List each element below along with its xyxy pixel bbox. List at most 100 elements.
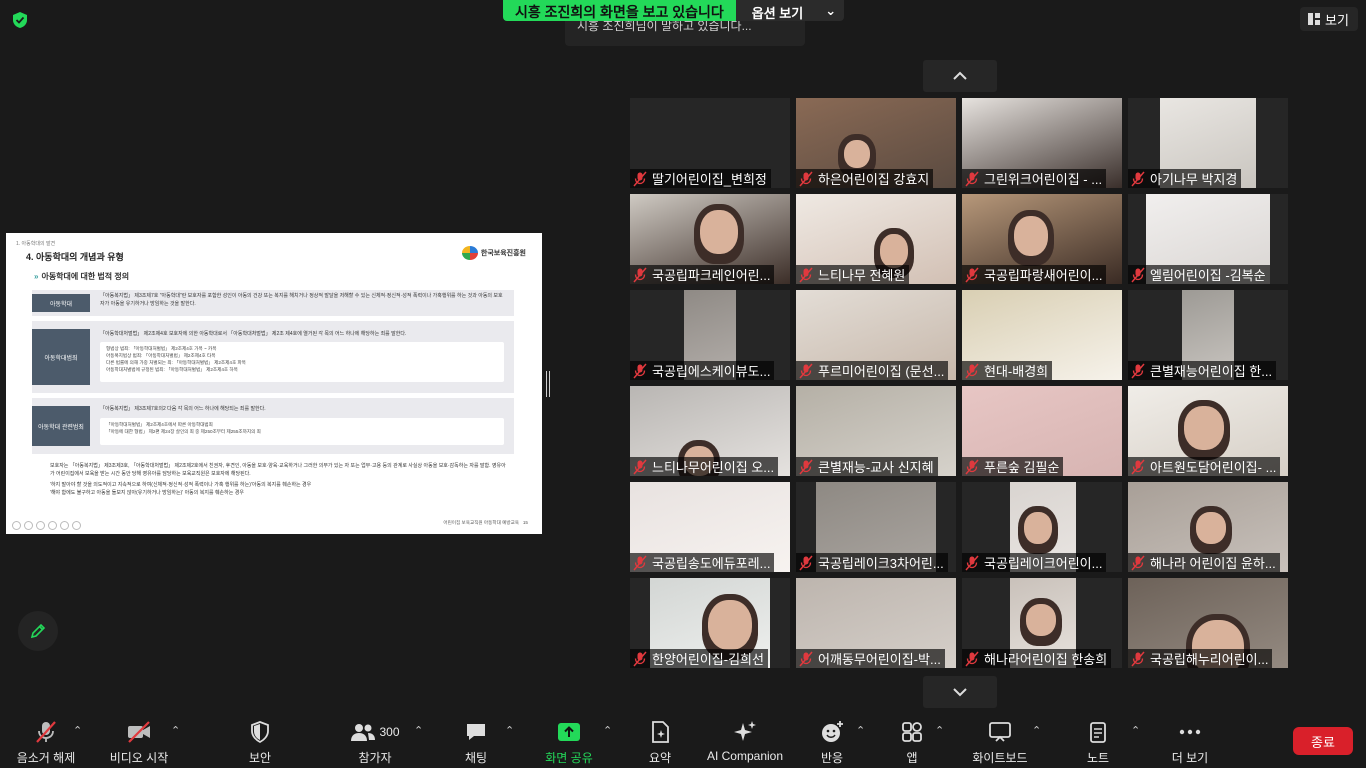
- share-screen-button[interactable]: 화면 공유: [540, 720, 598, 766]
- encryption-shield-icon[interactable]: [11, 11, 29, 29]
- slide-control-icon[interactable]: [36, 521, 45, 530]
- audio-options-caret[interactable]: ⌃: [73, 724, 82, 737]
- participant-tile[interactable]: 푸르미어린이집 (문선...: [796, 290, 956, 380]
- panel-resize-handle[interactable]: [546, 371, 550, 397]
- participant-tile[interactable]: 아트원도담어린이집- ...: [1128, 386, 1288, 476]
- security-button[interactable]: 보안: [240, 720, 280, 766]
- participant-tile[interactable]: 느티나무 전혜원: [796, 194, 956, 284]
- unmute-button[interactable]: 음소거 해제: [14, 720, 78, 766]
- participant-tile[interactable]: 한양어린이집-김희선: [630, 578, 790, 668]
- definition-list-item: 아동학대처벌법에 규정된 범죄: 「아동학대처벌법」 제2조제4호 하목: [106, 367, 238, 373]
- slide-subtitle-text: 아동학대에 대한 법적 정의: [41, 272, 130, 281]
- view-button-label: 보기: [1325, 12, 1349, 28]
- participant-tile[interactable]: 국공립해누리어린이...: [1128, 578, 1288, 668]
- slide-control-icon[interactable]: [24, 521, 33, 530]
- slide-control-icon[interactable]: [72, 521, 81, 530]
- chevron-down-icon: [953, 688, 967, 697]
- participant-name: 국공립송도에듀포레...: [652, 556, 771, 571]
- participant-name-tag: 큰별재능어린이집 한...: [1128, 361, 1277, 380]
- participant-name: 그린위크어린이집 - ...: [984, 172, 1103, 187]
- video-options-caret[interactable]: ⌃: [171, 724, 180, 737]
- muted-microphone-icon: [965, 363, 979, 378]
- gallery-previous-page-button[interactable]: [923, 60, 997, 92]
- participants-label: 참가자: [358, 751, 392, 765]
- participant-tile[interactable]: 국공립레이크3차어린...: [796, 482, 956, 572]
- participant-tile[interactable]: 국공립에스케이뷰도...: [630, 290, 790, 380]
- participants-options-caret[interactable]: ⌃: [414, 724, 423, 737]
- gallery-next-page-button[interactable]: [923, 676, 997, 708]
- participant-name-tag: 엘림어린이집 -김복순: [1128, 265, 1270, 284]
- participant-tile[interactable]: 큰별재능어린이집 한...: [1128, 290, 1288, 380]
- annotate-button[interactable]: [18, 611, 58, 651]
- participant-tile[interactable]: 딸기어린이집_변희정: [630, 98, 790, 188]
- participants-button[interactable]: 300 참가자: [340, 720, 410, 766]
- smiley-plus-icon: [822, 721, 843, 742]
- whiteboard-options-caret[interactable]: ⌃: [1032, 724, 1041, 737]
- definition-tag-1: 아동학대: [32, 294, 90, 312]
- participant-tile[interactable]: 국공립레이크어린이...: [962, 482, 1122, 572]
- reactions-button[interactable]: 반응: [812, 720, 852, 766]
- more-label: 더 보기: [1171, 751, 1209, 765]
- participant-tile[interactable]: 해나라 어린이집 윤하...: [1128, 482, 1288, 572]
- participant-tile[interactable]: 해나라어린이집 한송희: [962, 578, 1122, 668]
- participant-name-tag: 하은어린이집 강효지: [796, 169, 934, 188]
- summary-button[interactable]: 요약: [640, 720, 680, 766]
- whiteboard-button[interactable]: 화이트보드: [968, 720, 1032, 766]
- chat-options-caret[interactable]: ⌃: [505, 724, 514, 737]
- video-camera-off-icon: [128, 721, 150, 743]
- participant-tile[interactable]: 현대-배경희: [962, 290, 1122, 380]
- muted-microphone-icon: [633, 651, 647, 666]
- slide-note: '하지 말아야 할 것을 의도적이고 지속적으로 하여(신체적·정신적·성적 폭…: [50, 482, 312, 488]
- muted-microphone-icon: [633, 363, 647, 378]
- notes-options-caret[interactable]: ⌃: [1131, 724, 1140, 737]
- participant-tile[interactable]: 엘림어린이집 -김복순: [1128, 194, 1288, 284]
- participant-name: 딸기어린이집_변희정: [652, 172, 767, 187]
- sharing-status-text: 시흥 조진희의 화면을 보고 있습니다: [503, 0, 736, 21]
- slide-breadcrumb: 1. 아동학대의 발견: [16, 241, 56, 247]
- slide-control-icon[interactable]: [48, 521, 57, 530]
- muted-microphone-icon: [1131, 267, 1145, 282]
- more-button[interactable]: 더 보기: [1168, 720, 1212, 766]
- participant-tile[interactable]: 어깨동무어린이집-박...: [796, 578, 956, 668]
- participant-name-tag: 느티나무 전혜원: [796, 265, 910, 284]
- participant-name: 푸른숲 김필순: [984, 460, 1060, 475]
- participant-name: 아트원도담어린이집- ...: [1150, 460, 1277, 475]
- apps-button[interactable]: 앱: [892, 720, 932, 766]
- participant-tile[interactable]: 푸른숲 김필순: [962, 386, 1122, 476]
- view-options-label: 옵션 보기: [751, 6, 804, 21]
- muted-microphone-icon: [799, 555, 813, 570]
- share-options-caret[interactable]: ⌃: [603, 724, 612, 737]
- view-options-button[interactable]: 옵션 보기 ⌄: [735, 0, 845, 21]
- muted-microphone-icon: [633, 459, 647, 474]
- participant-tile[interactable]: 아기나무 박지경: [1128, 98, 1288, 188]
- slide-control-icon[interactable]: [60, 521, 69, 530]
- participant-tile[interactable]: 국공립파랑새어린이...: [962, 194, 1122, 284]
- participant-name-tag: 아기나무 박지경: [1128, 169, 1242, 188]
- participant-face: [1026, 604, 1056, 636]
- participant-tile[interactable]: 느티나무어린이집 오...: [630, 386, 790, 476]
- apps-options-caret[interactable]: ⌃: [935, 724, 944, 737]
- participant-tile[interactable]: 국공립송도에듀포레...: [630, 482, 790, 572]
- participant-tile[interactable]: 큰별재능-교사 신지혜: [796, 386, 956, 476]
- participant-name-tag: 큰별재능-교사 신지혜: [796, 457, 938, 476]
- participant-name-tag: 국공립파크레인어린...: [630, 265, 775, 284]
- slide-control-icon[interactable]: [12, 521, 21, 530]
- start-video-button[interactable]: 비디오 시작: [105, 720, 173, 766]
- end-meeting-button[interactable]: 종료: [1293, 727, 1353, 755]
- muted-microphone-icon: [965, 171, 979, 186]
- share-screen-label: 화면 공유: [545, 751, 593, 765]
- ai-companion-button[interactable]: AI Companion: [704, 720, 786, 763]
- participant-name-tag: 느티나무어린이집 오...: [630, 457, 779, 476]
- definition-list-item: 다른 법률에 의해 가중 처벌되는 죄: 「아동학대처벌법」 제2조제4호 파목: [106, 360, 246, 366]
- participant-name-tag: 푸른숲 김필순: [962, 457, 1064, 476]
- participant-tile[interactable]: 국공립파크레인어린...: [630, 194, 790, 284]
- view-button[interactable]: 보기: [1300, 7, 1358, 31]
- reactions-options-caret[interactable]: ⌃: [856, 724, 865, 737]
- chat-button[interactable]: 채팅: [456, 720, 496, 766]
- definition-row-2: 아동학대범죄 「아동학대처벌법」 제2조제4호 보호자에 의한 아동학대로서 「…: [32, 321, 514, 393]
- muted-microphone-icon: [799, 171, 813, 186]
- participant-tile[interactable]: 그린위크어린이집 - ...: [962, 98, 1122, 188]
- notes-button[interactable]: 노트: [1078, 720, 1118, 766]
- participant-name-tag: 아트원도담어린이집- ...: [1128, 457, 1281, 476]
- participant-tile[interactable]: 하은어린이집 강효지: [796, 98, 956, 188]
